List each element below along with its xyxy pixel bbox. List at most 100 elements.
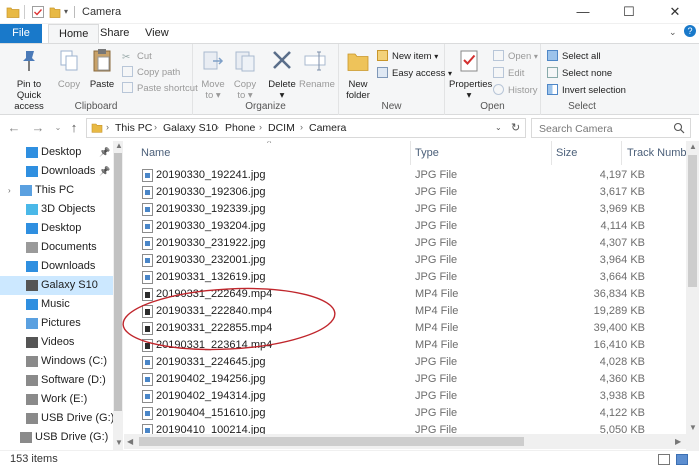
search-input[interactable]: Search Camera (539, 123, 613, 135)
recent-locations-dropdown-icon[interactable]: ⌄ (50, 120, 66, 136)
sidebar-item[interactable]: Music (0, 295, 113, 314)
select-none-button[interactable]: Select none (547, 66, 612, 82)
details-view-icon[interactable] (658, 454, 670, 465)
sidebar-item[interactable]: This PC › (0, 181, 113, 200)
quick-access-dropdown-icon[interactable]: ▾ (64, 7, 68, 16)
file-row[interactable]: 20190330_232001.jpg JPG File 3,964 KB (124, 252, 688, 269)
select-all-button[interactable]: Select all (547, 49, 601, 65)
breadcrumb-galaxy-s10[interactable]: Galaxy S10 (163, 122, 217, 134)
sidebar-item[interactable]: 3D Objects (0, 200, 113, 219)
tab-view[interactable]: View (135, 24, 179, 43)
file-row[interactable]: 20190331_224645.jpg JPG File 4,028 KB (124, 354, 688, 371)
new-folder-button[interactable]: New folder (343, 48, 373, 101)
scrollbar-thumb[interactable] (139, 437, 524, 446)
breadcrumb-phone[interactable]: Phone (225, 122, 255, 134)
sidebar-item[interactable]: Windows (C:) (0, 352, 113, 371)
maximize-button[interactable]: ☐ (606, 0, 652, 24)
nav-pane-scrollbar[interactable]: ▲ ▼ (113, 141, 123, 450)
delete-button[interactable]: Delete ▾ (267, 48, 297, 101)
expand-chevron-icon[interactable]: › (8, 181, 11, 200)
paste-shortcut-button[interactable]: Paste shortcut (122, 81, 198, 97)
sidebar-item[interactable]: Software (D:) (0, 371, 113, 390)
help-icon[interactable]: ? (684, 25, 696, 37)
cut-button[interactable]: ✂ Cut (122, 49, 152, 65)
breadcrumb-this-pc[interactable]: This PC (115, 122, 152, 134)
file-row[interactable]: 20190330_192339.jpg JPG File 3,969 KB (124, 201, 688, 218)
large-icons-view-icon[interactable] (676, 454, 688, 465)
scroll-down-arrow-icon[interactable]: ▼ (689, 423, 697, 432)
copy-path-button[interactable]: Copy path (122, 65, 180, 81)
new-folder-quick-icon[interactable] (48, 5, 62, 19)
file-row[interactable]: 20190404_151610.jpg JPG File 4,122 KB (124, 405, 688, 422)
move-to-button[interactable]: Move to ▾ (199, 48, 227, 101)
file-row[interactable]: 20190330_192306.jpg JPG File 3,617 KB (124, 184, 688, 201)
column-divider[interactable] (551, 141, 552, 165)
column-header-size[interactable]: Size (556, 141, 577, 165)
rename-button[interactable]: Rename (299, 48, 335, 90)
column-header-name[interactable]: Name (141, 141, 170, 165)
sidebar-item[interactable]: USB Drive (G:) (0, 428, 113, 447)
delete-dropdown-icon[interactable]: ▾ (267, 90, 297, 101)
breadcrumb-camera[interactable]: Camera (309, 122, 346, 134)
easy-access-button[interactable]: Easy access ▾ (377, 66, 452, 82)
up-arrow-icon[interactable]: ↑ (66, 120, 82, 136)
minimize-button[interactable]: — (560, 0, 606, 24)
sidebar-item[interactable]: USB Drive (G:) (0, 409, 114, 428)
paste-button[interactable]: Paste (88, 48, 116, 90)
properties-button[interactable]: Properties ▾ (449, 48, 492, 101)
copy-to-button[interactable]: Copy to ▾ (231, 48, 259, 101)
column-header-type[interactable]: Type (415, 141, 439, 165)
sidebar-item[interactable]: Desktop (0, 219, 113, 238)
properties-dropdown-icon[interactable]: ▾ (449, 90, 489, 101)
refresh-icon[interactable]: ↻ (511, 121, 520, 134)
sidebar-item[interactable]: Downloads 📌 (0, 162, 113, 181)
file-row[interactable]: 20190402_194314.jpg JPG File 3,938 KB (124, 388, 688, 405)
edit-button[interactable]: Edit (493, 66, 524, 82)
copy-button[interactable]: Copy (56, 48, 82, 90)
sidebar-item[interactable]: Desktop 📌 (0, 143, 113, 162)
file-row[interactable]: 20190330_193204.jpg JPG File 4,114 KB (124, 218, 688, 235)
new-item-button[interactable]: New item ▾ (377, 49, 438, 65)
sidebar-item[interactable]: Downloads (0, 257, 113, 276)
sidebar-item[interactable]: Documents (0, 238, 113, 257)
tab-file[interactable]: File (0, 24, 42, 43)
ribbon-expand-icon[interactable]: ⌄ (669, 27, 677, 38)
pin-icon[interactable]: 📌 (99, 143, 110, 162)
scroll-down-arrow-icon[interactable]: ▼ (115, 438, 123, 447)
history-button[interactable]: History (493, 83, 538, 99)
address-dropdown-icon[interactable]: ⌄ (495, 123, 502, 132)
sidebar-item[interactable]: Work (E:) (0, 390, 113, 409)
scroll-right-arrow-icon[interactable]: ▶ (675, 437, 681, 446)
file-row[interactable]: 20190330_192241.jpg JPG File 4,197 KB (124, 167, 688, 184)
file-row[interactable]: 20190330_231922.jpg JPG File 4,307 KB (124, 235, 688, 252)
close-button[interactable]: ✕ (652, 0, 698, 24)
tab-share[interactable]: Share (90, 24, 139, 43)
file-list-horizontal-scrollbar[interactable]: ◀ ▶ (124, 434, 686, 449)
file-row[interactable]: 20190331_222855.mp4 MP4 File 39,400 KB (124, 320, 688, 337)
file-row[interactable]: 20190331_132619.jpg JPG File 3,664 KB (124, 269, 688, 286)
open-button[interactable]: Open ▾ (493, 49, 538, 65)
sidebar-item[interactable]: Pictures (0, 314, 113, 333)
search-box[interactable]: Search Camera (531, 118, 691, 138)
invert-selection-button[interactable]: Invert selection (547, 83, 626, 99)
file-row[interactable]: 20190331_222840.mp4 MP4 File 19,289 KB (124, 303, 688, 320)
breadcrumb-dcim[interactable]: DCIM (268, 122, 295, 134)
properties-check-icon[interactable] (31, 5, 45, 19)
scrollbar-thumb[interactable] (114, 153, 122, 411)
forward-arrow-icon[interactable]: → (30, 120, 46, 136)
address-bar[interactable]: › This PC › Galaxy S10 › Phone › DCIM › … (86, 118, 526, 138)
file-row[interactable]: 20190331_222649.mp4 MP4 File 36,834 KB (124, 286, 688, 303)
scroll-up-arrow-icon[interactable]: ▲ (689, 142, 697, 151)
back-arrow-icon[interactable]: ← (6, 120, 22, 136)
column-divider[interactable] (410, 141, 411, 165)
file-list-vertical-scrollbar[interactable]: ▲ ▼ (686, 141, 699, 450)
pin-icon[interactable]: 📌 (99, 162, 110, 181)
scrollbar-thumb[interactable] (688, 155, 697, 287)
sidebar-item[interactable]: Videos (0, 333, 113, 352)
file-row[interactable]: 20190402_194256.jpg JPG File 4,360 KB (124, 371, 688, 388)
column-divider[interactable] (621, 141, 622, 165)
sidebar-item[interactable]: Galaxy S10 (0, 276, 113, 295)
file-row[interactable]: 20190331_223614.mp4 MP4 File 16,410 KB (124, 337, 688, 354)
scroll-up-arrow-icon[interactable]: ▲ (115, 141, 123, 150)
scroll-left-arrow-icon[interactable]: ◀ (127, 437, 133, 446)
